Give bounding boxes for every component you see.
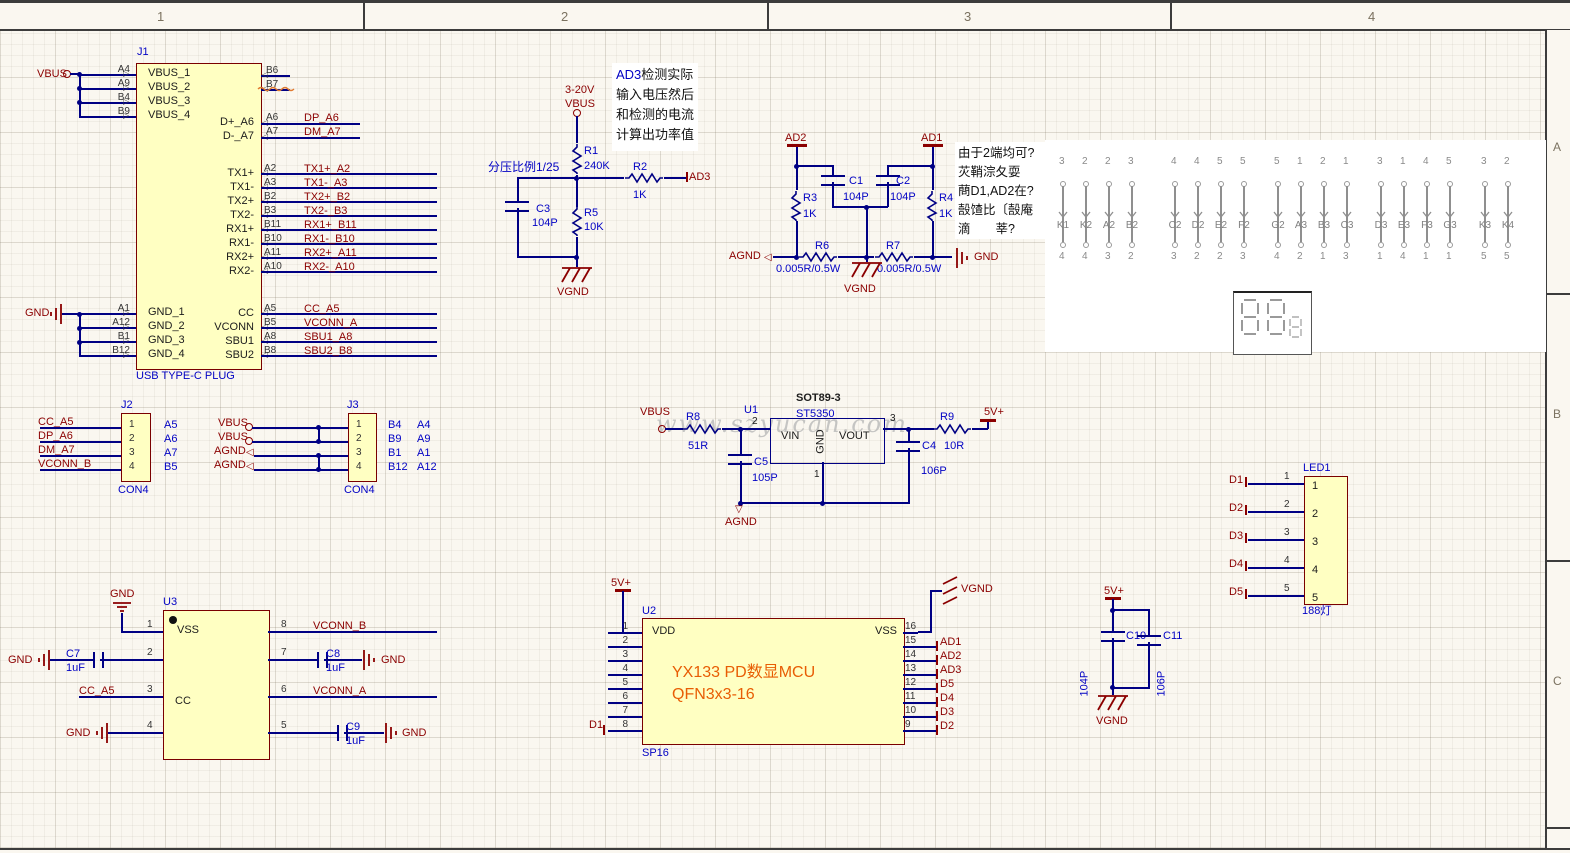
net-label[interactable]: D2 — [1229, 503, 1243, 514]
wire[interactable] — [1248, 483, 1304, 485]
pin-row[interactable]: D5 5 5 — [0, 583, 1570, 597]
wire[interactable] — [1248, 511, 1304, 513]
led1-rows: D1 1 1 D2 2 2 D3 3 3 D4 4 4 D5 5 — [0, 0, 1570, 853]
pin-number: 4 — [1284, 556, 1290, 566]
pin-row[interactable]: D2 2 2 — [0, 499, 1570, 513]
schematic-canvas[interactable]: 1 2 3 4 A B C www.szyucan.com J1 USB TYP… — [0, 0, 1570, 853]
pin-number: 3 — [1284, 528, 1290, 538]
pin-row[interactable]: D3 3 3 — [0, 527, 1570, 541]
net-terminal-tick — [1245, 589, 1247, 599]
inner-pin-number: 1 — [1312, 481, 1318, 492]
pin-number: 2 — [1284, 500, 1290, 510]
pin-number: 1 — [1284, 472, 1290, 482]
inner-pin-number: 3 — [1312, 537, 1318, 548]
net-terminal-tick — [1245, 533, 1247, 543]
wire[interactable] — [1248, 539, 1304, 541]
net-terminal-tick — [1245, 561, 1247, 571]
net-label[interactable]: D4 — [1229, 559, 1243, 570]
wire[interactable] — [1248, 567, 1304, 569]
pin-number: 5 — [1284, 584, 1290, 594]
inner-pin-number: 5 — [1312, 593, 1318, 604]
wire[interactable] — [1248, 595, 1304, 597]
pin-row[interactable]: D1 1 1 — [0, 471, 1570, 485]
net-terminal-tick — [1245, 505, 1247, 515]
pin-row[interactable]: D4 4 4 — [0, 555, 1570, 569]
net-label[interactable]: D3 — [1229, 531, 1243, 542]
net-label[interactable]: D5 — [1229, 587, 1243, 598]
inner-pin-number: 2 — [1312, 509, 1318, 520]
net-label[interactable]: D1 — [1229, 475, 1243, 486]
inner-pin-number: 4 — [1312, 565, 1318, 576]
net-terminal-tick — [1245, 477, 1247, 487]
